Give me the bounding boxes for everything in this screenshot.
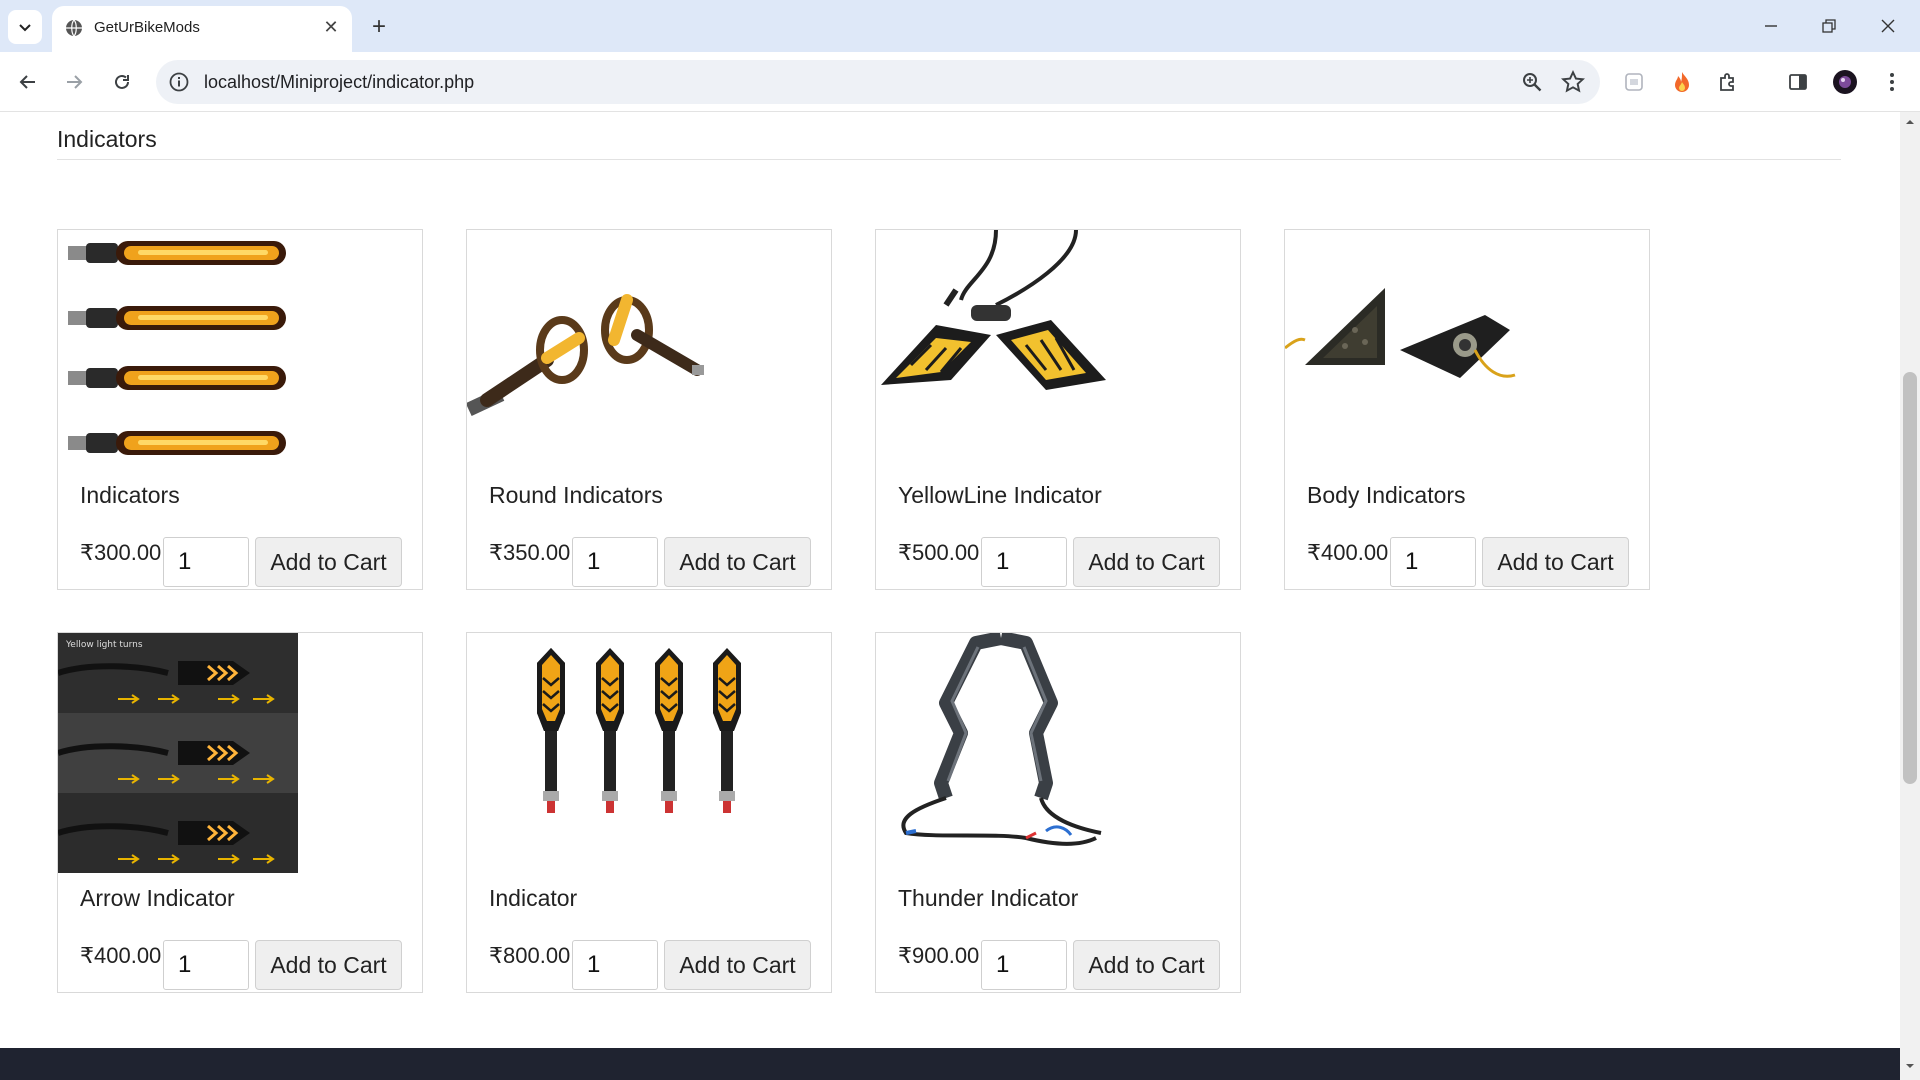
quantity-input[interactable]: 1 [572, 940, 658, 990]
info-icon[interactable] [168, 71, 190, 93]
product-image [467, 230, 707, 470]
product-price: ₹800.00 [489, 943, 571, 968]
product-name: Arrow Indicator [80, 885, 235, 911]
product-price: ₹400.00 [80, 943, 162, 968]
side-panel-icon [1789, 74, 1807, 90]
scroll-up-arrow-icon[interactable] [1904, 116, 1916, 128]
page-content: Indicators Indicators ₹300.00 1 Add to C… [0, 112, 1900, 1080]
minimize-icon [1765, 25, 1777, 27]
profile-button[interactable] [1829, 66, 1861, 98]
extensions-menu-button[interactable] [1712, 66, 1744, 98]
reload-button[interactable] [106, 66, 138, 98]
globe-icon [66, 19, 82, 37]
browser-menu-button[interactable] [1876, 66, 1908, 98]
product-image [1285, 230, 1525, 470]
product-name: Thunder Indicator [898, 885, 1079, 911]
browser-toolbar: localhost/Miniproject/indicator.php [0, 52, 1920, 112]
back-button[interactable] [12, 66, 44, 98]
browser-tab[interactable]: GetUrBikeMods ✕ [52, 6, 352, 52]
product-name: Indicators [80, 482, 180, 508]
scroll-down-arrow-icon[interactable] [1904, 1060, 1916, 1072]
product-image [467, 633, 833, 873]
new-tab-button[interactable]: + [364, 12, 394, 42]
add-to-cart-button[interactable]: Add to Cart [1482, 537, 1629, 587]
quantity-input[interactable]: 1 [981, 537, 1067, 587]
side-panel-button[interactable] [1782, 66, 1814, 98]
product-image [876, 230, 1116, 470]
product-image [58, 230, 298, 470]
quantity-input[interactable]: 1 [163, 940, 249, 990]
product-name: Round Indicators [489, 482, 663, 508]
close-window-button[interactable] [1860, 6, 1916, 46]
quantity-input[interactable]: 1 [1390, 537, 1476, 587]
quantity-input[interactable]: 1 [981, 940, 1067, 990]
product-card: YellowLine Indicator ₹500.00 1 Add to Ca… [875, 229, 1241, 590]
url-text[interactable]: localhost/Miniproject/indicator.php [204, 72, 474, 93]
address-bar[interactable]: localhost/Miniproject/indicator.php [156, 60, 1600, 104]
product-card: Indicator ₹800.00 1 Add to Cart [466, 632, 832, 993]
add-to-cart-button[interactable]: Add to Cart [1073, 537, 1220, 587]
arrow-left-icon [19, 75, 35, 89]
page-title: Indicators [57, 126, 157, 152]
extension-box-icon [1625, 73, 1643, 91]
close-tab-icon[interactable]: ✕ [320, 16, 342, 38]
quantity-input[interactable]: 1 [163, 537, 249, 587]
product-card: Round Indicators ₹350.00 1 Add to Cart [466, 229, 832, 590]
arrow-right-icon [67, 75, 83, 89]
chevron-down-icon [19, 24, 31, 32]
divider [57, 159, 1841, 160]
add-to-cart-button[interactable]: Add to Cart [1073, 940, 1220, 990]
product-card: Body Indicators ₹400.00 1 Add to Cart [1284, 229, 1650, 590]
extension-flame-button[interactable] [1666, 66, 1698, 98]
product-name: Body Indicators [1307, 482, 1466, 508]
product-image [876, 633, 1116, 873]
product-card: Indicators ₹300.00 1 Add to Cart [57, 229, 423, 590]
flame-icon [1675, 72, 1689, 92]
product-card: Thunder Indicator ₹900.00 1 Add to Cart [875, 632, 1241, 993]
restore-icon [1822, 19, 1836, 33]
minimize-button[interactable] [1743, 6, 1799, 46]
product-price: ₹500.00 [898, 540, 980, 565]
image-caption: Yellow light turns [65, 640, 143, 650]
add-to-cart-button[interactable]: Add to Cart [664, 537, 811, 587]
tab-title: GetUrBikeMods [94, 19, 200, 36]
product-card: Yellow light turns Arrow Indicator ₹400.… [57, 632, 423, 993]
product-image: Yellow light turns [58, 633, 298, 873]
product-name: YellowLine Indicator [898, 482, 1102, 508]
product-price: ₹400.00 [1307, 540, 1389, 565]
product-price: ₹300.00 [80, 540, 162, 565]
close-icon [1881, 19, 1895, 33]
tab-search-button[interactable] [8, 10, 42, 44]
browser-tab-strip: GetUrBikeMods ✕ + [0, 0, 1920, 52]
scrollbar-thumb[interactable] [1903, 372, 1917, 784]
add-to-cart-button[interactable]: Add to Cart [255, 537, 402, 587]
zoom-icon[interactable] [1520, 70, 1544, 94]
extension-button[interactable] [1618, 66, 1650, 98]
bookmark-star-icon[interactable] [1560, 69, 1586, 95]
more-vertical-icon [1890, 73, 1894, 91]
page-footer [0, 1048, 1900, 1080]
product-name: Indicator [489, 885, 578, 911]
product-price: ₹900.00 [898, 943, 980, 968]
reload-icon [115, 74, 129, 89]
puzzle-icon [1720, 73, 1734, 91]
avatar [1833, 70, 1857, 94]
add-to-cart-button[interactable]: Add to Cart [255, 940, 402, 990]
quantity-input[interactable]: 1 [572, 537, 658, 587]
add-to-cart-button[interactable]: Add to Cart [664, 940, 811, 990]
product-price: ₹350.00 [489, 540, 571, 565]
forward-button[interactable] [58, 66, 90, 98]
restore-button[interactable] [1801, 6, 1857, 46]
